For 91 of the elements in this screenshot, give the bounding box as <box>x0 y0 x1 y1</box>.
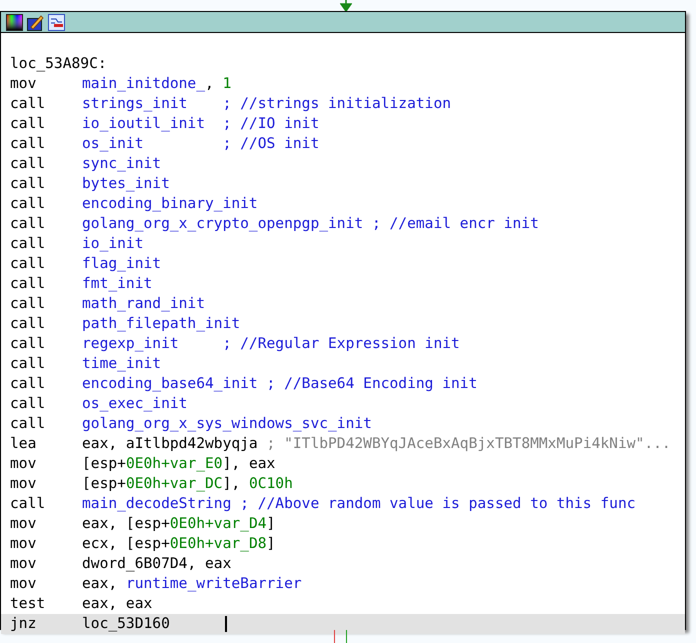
mnemonic: call <box>10 134 46 154</box>
mnemonic: mov <box>10 534 38 554</box>
operand: strings_init ; //strings initialization <box>82 94 452 114</box>
operand: main_initdone_, 1 <box>82 74 232 94</box>
operand: time_init <box>82 354 162 374</box>
mnemonic: mov <box>10 514 38 534</box>
code-line[interactable]: mov eax, [esp+0E0h+var_D4] <box>10 514 685 534</box>
mnemonic: call <box>10 374 46 394</box>
code-line[interactable]: call main_decodeString ; //Above random value is passed to this func <box>10 494 685 514</box>
code-line[interactable]: call strings_init ; //strings initialization <box>10 94 685 114</box>
operand: eax, runtime_writeBarrier <box>82 574 302 594</box>
mnemonic: mov <box>10 574 38 594</box>
operand: [esp+0E0h+var_E0], eax <box>82 454 276 474</box>
operand: sync_init <box>82 154 162 174</box>
edge-line <box>346 630 347 643</box>
mnemonic: call <box>10 174 46 194</box>
mnemonic: call <box>10 94 46 114</box>
code-line[interactable]: mov main_initdone_, 1 <box>10 74 685 94</box>
edge-line <box>334 630 335 643</box>
code-line[interactable]: mov [esp+0E0h+var_E0], eax <box>10 454 685 474</box>
operand: flag_init <box>82 254 162 274</box>
code-line[interactable]: call golang_org_x_crypto_openpgp_init ; //email encr init <box>10 214 685 234</box>
mnemonic: mov <box>10 554 38 574</box>
code-line[interactable]: lea eax, aItlbpd42wbyqja ; "ITlbPD42WBYqJAceBxAqBjxTBT8MMxMuPi4kNiw"... <box>10 434 685 454</box>
code-line[interactable]: call golang_org_x_sys_windows_svc_init <box>10 414 685 434</box>
mnemonic: call <box>10 294 46 314</box>
code-label: loc_53A89C: <box>10 54 107 74</box>
mnemonic: test <box>10 594 46 614</box>
code-line[interactable]: call math_rand_init <box>10 294 685 314</box>
operand: eax, aItlbpd42wbyqja ; "ITlbPD42WBYqJAceBxAqBjxTBT8MMxMuPi4kNiw"... <box>82 434 671 454</box>
operand: loc_53D160 <box>82 614 170 634</box>
mnemonic: call <box>10 194 46 214</box>
mnemonic: mov <box>10 74 38 94</box>
mnemonic: call <box>10 354 46 374</box>
operand: eax, [esp+0E0h+var_D4] <box>82 514 276 534</box>
operand: math_rand_init <box>82 294 206 314</box>
operand: dword_6B07D4, eax <box>82 554 232 574</box>
pencil-icon[interactable] <box>27 14 44 30</box>
mnemonic: call <box>10 394 46 414</box>
operand: eax, eax <box>82 594 152 614</box>
mnemonic: call <box>10 154 46 174</box>
operand: encoding_base64_init ; //Base64 Encoding init <box>82 374 478 394</box>
code-line[interactable]: mov dword_6B07D4, eax <box>10 554 685 574</box>
mnemonic: lea <box>10 434 38 454</box>
mnemonic: call <box>10 114 46 134</box>
code-line[interactable]: call os_exec_init <box>10 394 685 414</box>
mnemonic: call <box>10 214 46 234</box>
code-line[interactable]: mov eax, runtime_writeBarrier <box>10 574 685 594</box>
operand: bytes_init <box>82 174 170 194</box>
code-line[interactable]: mov ecx, [esp+0E0h+var_D8] <box>10 534 685 554</box>
operand: os_init ; //OS init <box>82 134 320 154</box>
mnemonic: mov <box>10 474 38 494</box>
mnemonic: call <box>10 494 46 514</box>
mnemonic: jnz <box>10 614 38 634</box>
code-line[interactable]: test eax, eax <box>10 594 685 614</box>
mnemonic: call <box>10 334 46 354</box>
code-line[interactable]: call io_init <box>10 234 685 254</box>
code-line[interactable]: call path_filepath_init <box>10 314 685 334</box>
palette-icon[interactable] <box>6 14 23 30</box>
operand: [esp+0E0h+var_DC], 0C10h <box>82 474 293 494</box>
mnemonic: call <box>10 234 46 254</box>
mnemonic: call <box>10 314 46 334</box>
code-line[interactable]: call regexp_init ; //Regular Expression init <box>10 334 685 354</box>
code-line[interactable]: call os_init ; //OS init <box>10 134 685 154</box>
mnemonic: call <box>10 274 46 294</box>
code-line[interactable]: call sync_init <box>10 154 685 174</box>
code-line[interactable]: call bytes_init <box>10 174 685 194</box>
operand: golang_org_x_sys_windows_svc_init <box>82 414 372 434</box>
code-line[interactable]: call encoding_binary_init <box>10 194 685 214</box>
code-line[interactable]: call time_init <box>10 354 685 374</box>
operand: os_exec_init <box>82 394 188 414</box>
operand: main_decodeString ; //Above random value is passed to this func <box>82 494 636 514</box>
text-cursor <box>225 616 227 632</box>
graph-view-icon[interactable] <box>48 14 65 30</box>
operand: ecx, [esp+0E0h+var_D8] <box>82 534 276 554</box>
mnemonic: call <box>10 254 46 274</box>
incoming-arrow <box>340 0 352 12</box>
mnemonic: mov <box>10 454 38 474</box>
code-line[interactable]: call flag_init <box>10 254 685 274</box>
code-line[interactable]: call encoding_base64_init ; //Base64 Encoding init <box>10 374 685 394</box>
mnemonic: call <box>10 414 46 434</box>
operand: regexp_init ; //Regular Expression init <box>82 334 460 354</box>
operand: golang_org_x_crypto_openpgp_init ; //email encr init <box>82 214 539 234</box>
operand: io_init <box>82 234 144 254</box>
code-line[interactable]: call fmt_init <box>10 274 685 294</box>
code-line[interactable]: mov [esp+0E0h+var_DC], 0C10h <box>10 474 685 494</box>
operand: io_ioutil_init ; //IO init <box>82 114 320 134</box>
operand: fmt_init <box>82 274 152 294</box>
code-line[interactable]: call io_ioutil_init ; //IO init <box>10 114 685 134</box>
operand: path_filepath_init <box>82 314 240 334</box>
operand: encoding_binary_init <box>82 194 258 214</box>
